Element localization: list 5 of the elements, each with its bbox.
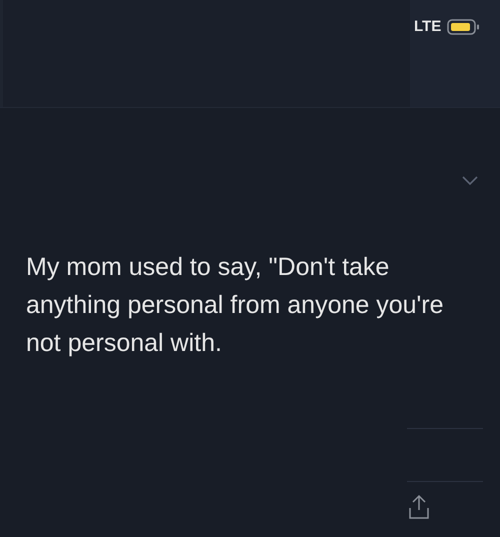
network-label: LTE xyxy=(414,18,442,36)
battery-icon xyxy=(447,19,482,35)
share-icon[interactable] xyxy=(408,494,430,520)
quote-text: My mom used to say, "Don't take anything personal from anyone you're not personal with. xyxy=(26,252,445,359)
chevron-down-icon[interactable] xyxy=(462,176,478,186)
